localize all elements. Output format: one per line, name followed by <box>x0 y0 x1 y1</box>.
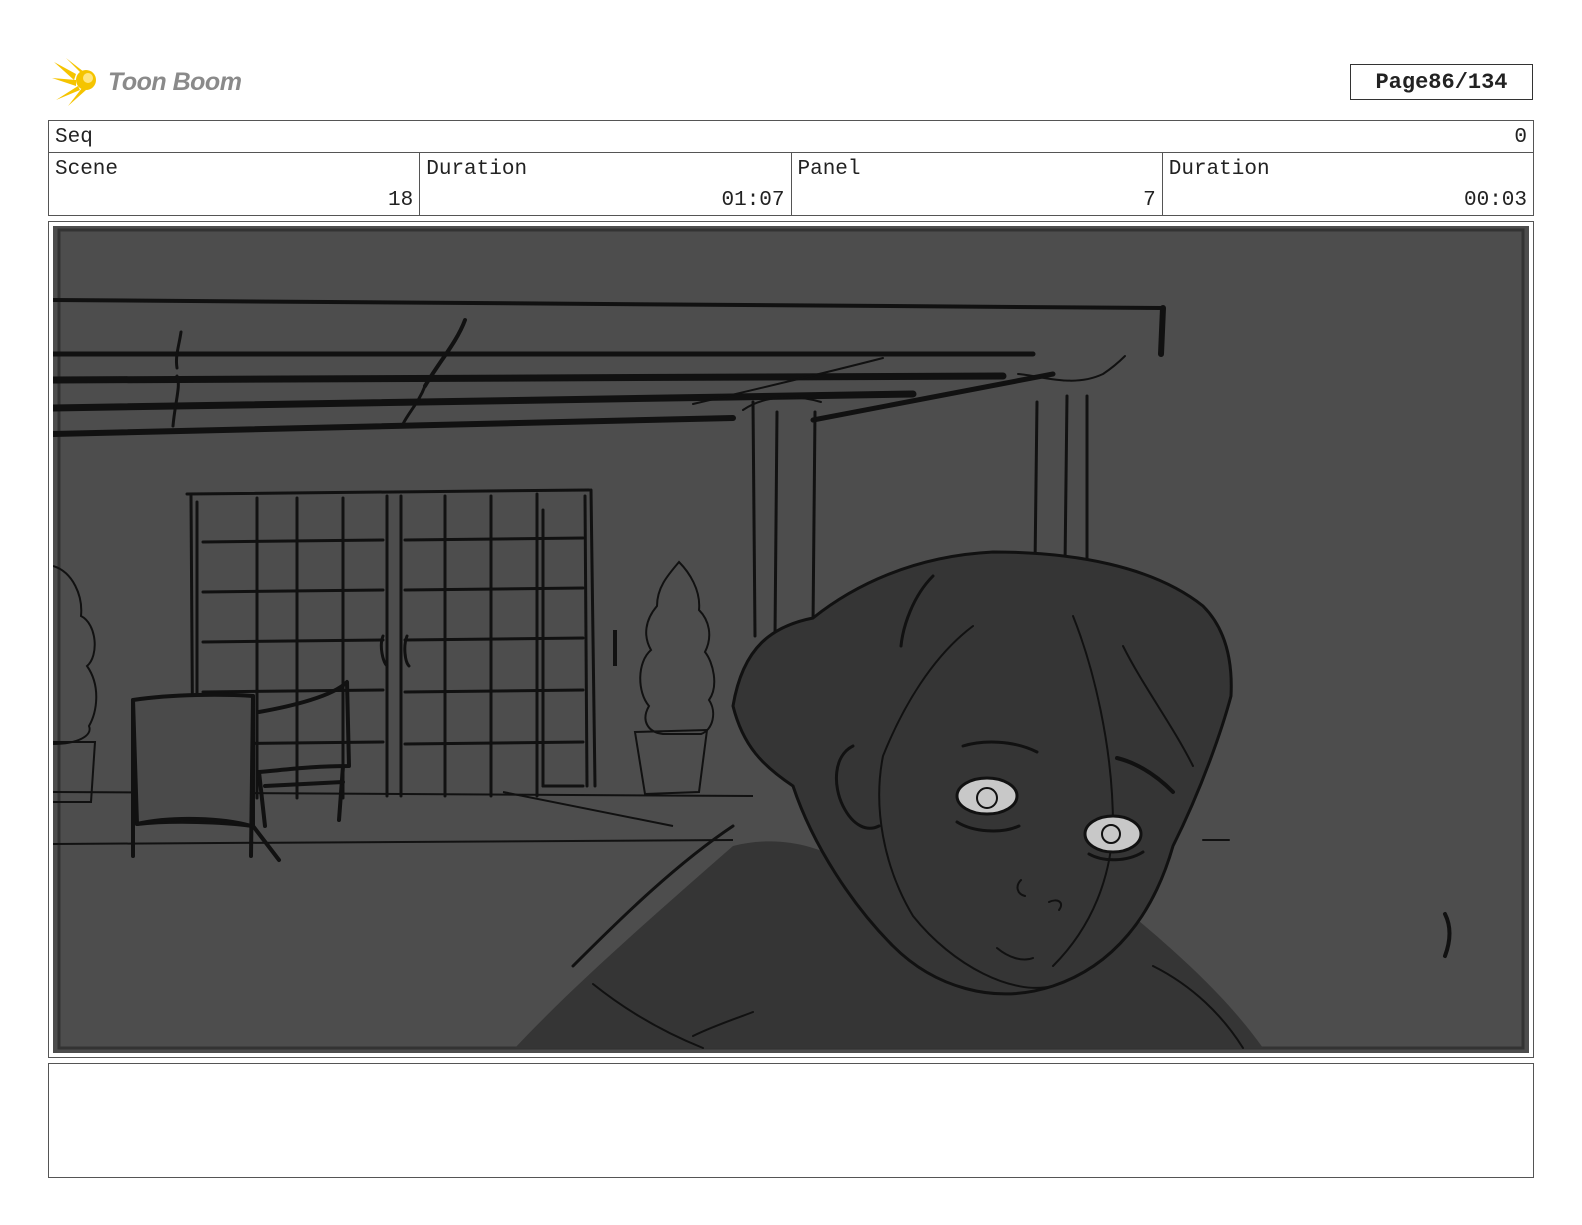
seq-label: Seq <box>55 126 93 149</box>
panel-label: Panel <box>797 158 861 181</box>
panel-image-frame <box>48 221 1534 1058</box>
storyboard-sketch-image <box>53 226 1529 1053</box>
panel-notes-box <box>48 1063 1534 1178</box>
fields-row: Scene 18 Duration 01:07 Panel 7 Duration… <box>49 153 1533 215</box>
scene-label: Scene <box>55 158 119 181</box>
page-indicator: Page 86/134 <box>1350 64 1533 100</box>
starburst-icon <box>52 58 96 106</box>
logo-text: Toon Boom <box>108 67 242 96</box>
panel-duration-label: Duration <box>1168 158 1270 181</box>
page-number: 86/134 <box>1428 69 1508 95</box>
seq-row: Seq 0 <box>49 121 1533 153</box>
scene-duration-cell: Duration 01:07 <box>420 153 792 215</box>
storyboard-info-table: Seq 0 Scene 18 Duration 01:07 Panel 7 Du… <box>48 120 1534 216</box>
scene-value: 18 <box>388 189 414 212</box>
scene-cell: Scene 18 <box>49 153 421 215</box>
seq-value: 0 <box>1514 126 1527 149</box>
scene-duration-value: 01:07 <box>721 189 785 212</box>
panel-value: 7 <box>1143 189 1156 212</box>
toon-boom-logo: Toon Boom <box>52 56 242 108</box>
scene-duration-label: Duration <box>426 158 528 181</box>
page-label: Page <box>1375 69 1429 95</box>
panel-cell: Panel 7 <box>792 153 1163 215</box>
panel-duration-value: 00:03 <box>1463 189 1527 212</box>
panel-duration-cell: Duration 00:03 <box>1163 153 1533 215</box>
